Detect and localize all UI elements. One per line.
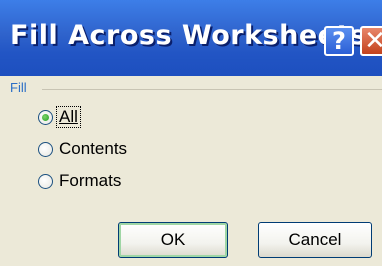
radio-all-label: All bbox=[56, 106, 81, 128]
ok-button-label: OK bbox=[160, 230, 186, 249]
radio-formats[interactable]: Formats bbox=[38, 169, 123, 193]
fill-group-label: Fill bbox=[10, 80, 27, 95]
cancel-button-label: Cancel bbox=[288, 230, 342, 249]
group-divider bbox=[42, 89, 382, 90]
ok-button[interactable]: OK bbox=[118, 222, 228, 258]
help-icon: ? bbox=[332, 27, 346, 55]
title-bar[interactable]: Fill Across Worksheets ? ✕ bbox=[0, 0, 382, 76]
radio-unselected-icon[interactable] bbox=[38, 173, 53, 189]
radio-contents-label: Contents bbox=[59, 139, 128, 158]
close-button[interactable]: ✕ bbox=[360, 26, 382, 56]
help-button[interactable]: ? bbox=[324, 26, 354, 56]
radio-all[interactable]: All bbox=[38, 105, 81, 129]
close-icon: ✕ bbox=[364, 26, 382, 56]
window-title: Fill Across Worksheets bbox=[10, 20, 367, 51]
cancel-button[interactable]: Cancel bbox=[258, 222, 372, 258]
radio-formats-label: Formats bbox=[59, 171, 122, 190]
radio-selected-icon[interactable] bbox=[38, 109, 53, 125]
radio-contents[interactable]: Contents bbox=[38, 137, 129, 161]
radio-unselected-icon[interactable] bbox=[38, 141, 53, 157]
